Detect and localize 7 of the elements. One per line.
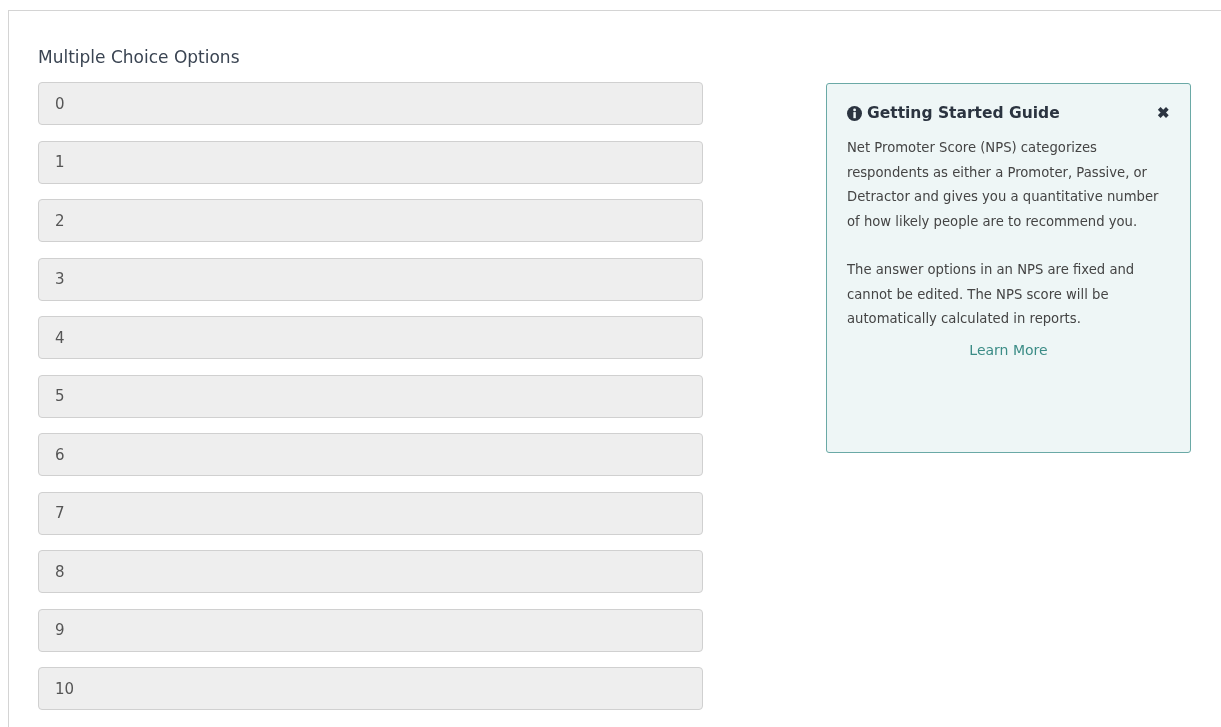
close-button[interactable]: ✖ — [1157, 104, 1170, 122]
section-label: Multiple Choice Options — [38, 47, 241, 68]
learn-more-link[interactable]: Learn More — [969, 341, 1048, 358]
info-icon — [847, 105, 862, 121]
guide-paragraph: The answer options in an NPS are fixed and cannot be edited. The NPS score will be automatically calculated in reports. — [847, 261, 1136, 328]
guide-title: Getting Started Guide — [867, 104, 1060, 122]
guide-paragraph: Net Promoter Score (NPS) categorizes respondents as either a Promoter, Passive, or Detractor and gives you a quantitative number of how likely people are to recommend you. — [847, 139, 1160, 231]
